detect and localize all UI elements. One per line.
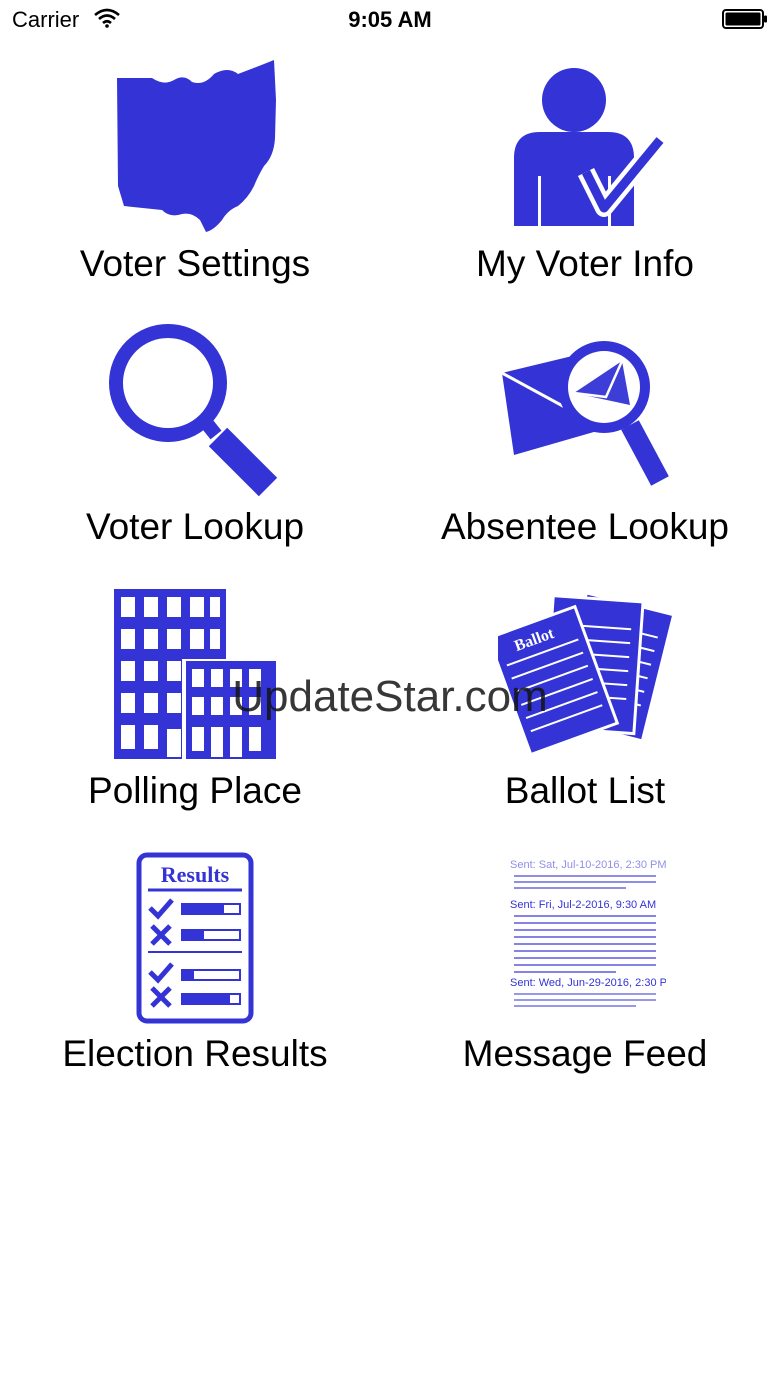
menu-item-voter-lookup[interactable]: Voter Lookup — [0, 313, 390, 576]
menu-item-label: Voter Settings — [79, 243, 311, 284]
menu-item-election-results[interactable]: Results Election Results — [0, 840, 390, 1103]
ballots-icon: Ballot — [498, 593, 674, 753]
menu-item-label: Polling Place — [88, 770, 302, 811]
magnifier-icon — [109, 324, 278, 497]
envelope-search-icon — [501, 341, 669, 486]
person-check-icon — [514, 68, 666, 226]
menu-item-label: Absentee Lookup — [440, 506, 729, 547]
menu-item-my-voter-info[interactable]: My Voter Info — [390, 50, 780, 313]
ohio-map-icon — [117, 60, 276, 232]
feed-entry-3: Sent: Wed, Jun-29-2016, 2:30 PM — [510, 977, 666, 989]
menu-item-label: Ballot List — [504, 770, 666, 811]
results-title-text: Results — [161, 862, 230, 887]
battery-icon — [722, 9, 767, 29]
message-feed-icon: Sent: Sat, Jul-10-2016, 2:30 PM Sent: Fr… — [510, 859, 666, 1007]
status-bar: Carrier 9:05 AM — [0, 0, 780, 40]
menu-item-label: Election Results — [62, 1033, 328, 1074]
menu-item-polling-place[interactable]: Polling Place — [0, 577, 390, 840]
clock-time: 9:05 AM — [348, 7, 432, 32]
results-clipboard-icon: Results — [136, 852, 254, 1024]
menu-item-voter-settings[interactable]: Voter Settings — [0, 50, 390, 313]
menu-item-label: Voter Lookup — [85, 506, 305, 547]
menu-item-ballot-list[interactable]: Ballot Ballot List — [390, 577, 780, 840]
menu-item-message-feed[interactable]: Sent: Sat, Jul-10-2016, 2:30 PM Sent: Fr… — [390, 840, 780, 1103]
feed-entry-2: Sent: Fri, Jul-2-2016, 9:30 AM — [510, 899, 656, 911]
menu-item-label: Message Feed — [462, 1033, 708, 1074]
building-icon — [114, 589, 278, 759]
menu-item-label: My Voter Info — [476, 243, 694, 284]
feed-entry-1: Sent: Sat, Jul-10-2016, 2:30 PM — [510, 859, 666, 871]
menu-item-absentee-lookup[interactable]: Absentee Lookup — [390, 313, 780, 576]
